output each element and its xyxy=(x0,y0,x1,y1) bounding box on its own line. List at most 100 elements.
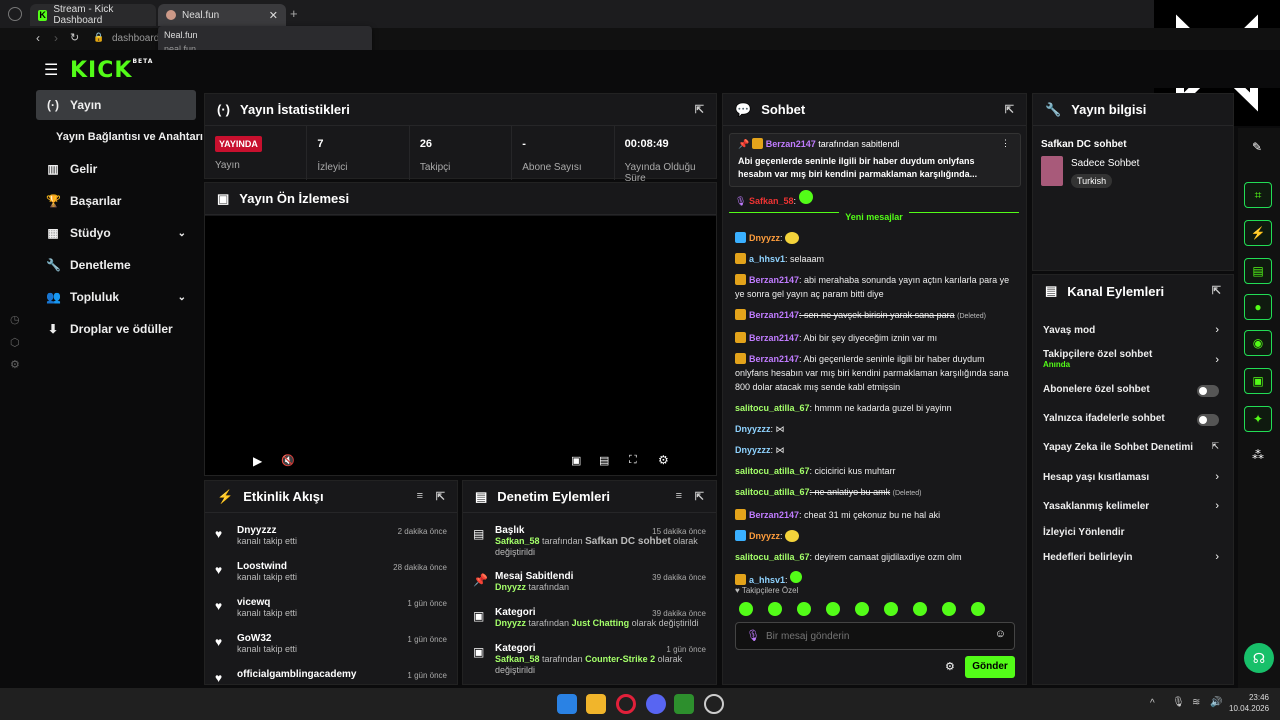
discord-icon[interactable] xyxy=(646,694,666,714)
history-icon[interactable]: ◷ xyxy=(10,313,20,326)
chevron-up-icon[interactable]: ^ xyxy=(1150,698,1155,709)
emote-icon[interactable] xyxy=(884,602,898,616)
action-followers-only[interactable]: Takipçilere özel sohbet Anında xyxy=(1043,349,1233,369)
emote-icon[interactable] xyxy=(739,602,753,616)
action-account-age[interactable]: Hesap yaşı kısıtlaması xyxy=(1043,472,1233,483)
popout-icon[interactable]: ⇱ xyxy=(436,490,445,503)
popout-icon[interactable]: ⇱ xyxy=(695,490,704,503)
url-text[interactable]: dashboard. xyxy=(112,33,162,44)
wrench-icon[interactable]: ✦ xyxy=(1244,406,1272,432)
action-label: İzleyici Yönlendir xyxy=(1043,527,1125,538)
more-icon[interactable]: ⋮ xyxy=(1001,138,1010,149)
chevron-right-icon[interactable]: › xyxy=(1215,324,1219,336)
panel-header: ▤ Kanal Eylemleri ⇱ xyxy=(1033,275,1233,307)
emote-icon[interactable] xyxy=(826,602,840,616)
sidebar-item-topluluk[interactable]: 👥 Topluluk ⌄ xyxy=(36,282,196,312)
sidebar-item-droplar[interactable]: ⬇ Droplar ve ödüller xyxy=(36,314,196,344)
minecraft-icon[interactable] xyxy=(674,694,694,714)
tab-neal-fun[interactable]: Neal.fun ✕ xyxy=(158,4,286,26)
badge-icon xyxy=(735,253,746,264)
broadcast-icon[interactable]: ◉ xyxy=(1244,330,1272,356)
emote-icon[interactable] xyxy=(768,602,782,616)
chat-settings-icon[interactable]: ⚙ xyxy=(945,660,955,673)
volume-icon[interactable]: 🔊 xyxy=(1210,697,1222,708)
feed-action: kanalı takip etti xyxy=(237,536,298,546)
hamburger-menu-icon[interactable]: ☰ xyxy=(44,60,58,80)
emote-icon[interactable] xyxy=(971,602,985,616)
video-player[interactable]: ▶ 🔇 ▣ ▤ ⛶ ⚙ xyxy=(205,216,716,475)
edit-icon[interactable]: ✎ xyxy=(1252,140,1262,154)
chat-message: a_hhsv1: xyxy=(723,571,1023,587)
system-clock[interactable]: 23:46 10.04.2026 xyxy=(1229,693,1269,713)
close-tab-icon[interactable]: ✕ xyxy=(269,9,278,22)
gear-icon[interactable]: ⚙ xyxy=(658,453,669,467)
mod-user: Safkan_58 xyxy=(495,536,540,546)
popout-icon[interactable]: ⇱ xyxy=(1005,103,1014,116)
sidebar-item-studyo[interactable]: ▦ Stüdyo ⌄ xyxy=(36,218,196,248)
list-item: 📌 Mesaj Sabitlendi Dnyyzz tarafından 39 dak… xyxy=(463,565,716,601)
action-goals[interactable]: Hedefleri belirleyin xyxy=(1043,552,1233,563)
more-apps-icon[interactable]: ⁂ xyxy=(1252,448,1264,462)
external-link-icon[interactable]: ⇱ xyxy=(1211,441,1219,452)
chevron-right-icon[interactable]: › xyxy=(1215,500,1219,512)
action-slow-mode[interactable]: Yavaş mod xyxy=(1043,325,1233,336)
filter-icon[interactable]: ≡ xyxy=(417,490,423,502)
sidebar-item-yayin[interactable]: (·) Yayın xyxy=(36,90,196,120)
pinned-message[interactable]: 📌 Berzan2147 tarafından sabitlendi ⋮ Abi … xyxy=(729,133,1021,187)
chat-input[interactable]: 🎙 ☺ xyxy=(735,622,1015,650)
fullscreen-icon[interactable]: ⛶ xyxy=(629,454,637,467)
opera-icon[interactable] xyxy=(616,694,636,714)
mic-icon[interactable]: 🎙 xyxy=(1172,697,1185,708)
obs-icon[interactable] xyxy=(704,694,724,714)
action-banned-words[interactable]: Yasaklanmış kelimeler xyxy=(1043,501,1233,512)
windows-start-icon[interactable] xyxy=(557,694,577,714)
emote-bar[interactable] xyxy=(739,602,1019,618)
kick-logo[interactable]: KICKBETA xyxy=(70,58,153,83)
play-icon[interactable]: ▶ xyxy=(253,454,262,468)
browser-menu-icon[interactable] xyxy=(8,7,22,21)
action-ai-moderation[interactable]: Yapay Zeka ile Sohbet Denetimi xyxy=(1043,442,1233,453)
filter-icon[interactable]: ≡ xyxy=(676,490,682,502)
emote-icon[interactable] xyxy=(855,602,869,616)
forward-icon[interactable]: › xyxy=(54,31,58,45)
emotes-only-toggle[interactable] xyxy=(1197,414,1219,426)
chevron-right-icon[interactable]: › xyxy=(1215,354,1219,366)
panel-title: Yayın İstatistikleri xyxy=(240,102,350,117)
sidebar-item-denetleme[interactable]: 🔧 Denetleme xyxy=(36,250,196,280)
chat-icon[interactable]: ● xyxy=(1244,294,1272,320)
emote-icon[interactable] xyxy=(797,602,811,616)
new-tab-icon[interactable]: + xyxy=(290,6,298,21)
wifi-icon[interactable]: ≋ xyxy=(1192,697,1200,708)
category-icon: ▣ xyxy=(473,609,485,623)
lightning-icon[interactable]: ⚡ xyxy=(1244,220,1272,246)
mic-icon[interactable]: 🎙 xyxy=(746,629,760,642)
reload-icon[interactable]: ↻ xyxy=(70,31,79,44)
emoji-icon[interactable]: ☺ xyxy=(995,628,1006,640)
subs-only-toggle[interactable] xyxy=(1197,385,1219,397)
clip-icon[interactable]: ⌗ xyxy=(1244,182,1272,208)
emote-icon[interactable] xyxy=(913,602,927,616)
chat-input-field[interactable] xyxy=(766,628,986,644)
chat-text: : hmmm ne kadarda guzel bi yayinn xyxy=(809,403,952,413)
back-icon[interactable]: ‹ xyxy=(36,31,40,45)
tab-kick-dashboard[interactable]: K Stream - Kick Dashboard xyxy=(30,4,156,26)
popout-icon[interactable]: ⇱ xyxy=(695,103,704,116)
send-button[interactable]: Gönder xyxy=(965,656,1015,678)
document-icon[interactable]: ▤ xyxy=(1244,258,1272,284)
support-button[interactable]: ☊ xyxy=(1244,643,1274,673)
popout-icon[interactable]: ⇱ xyxy=(1212,284,1221,297)
action-host[interactable]: İzleyici Yönlendir xyxy=(1043,527,1233,538)
emote-icon[interactable] xyxy=(942,602,956,616)
chevron-right-icon[interactable]: › xyxy=(1215,551,1219,563)
mute-icon[interactable]: 🔇 xyxy=(281,454,295,467)
sidebar-item-stream-key[interactable]: Yayın Bağlantısı ve Anahtarı xyxy=(46,122,216,152)
cube-icon[interactable]: ⬡ xyxy=(10,336,20,349)
sidebar-item-basarilar[interactable]: 🏆 Başarılar xyxy=(36,186,196,216)
info-icon[interactable]: ▣ xyxy=(1244,368,1272,394)
settings-icon[interactable]: ⚙ xyxy=(10,358,20,371)
theater-icon[interactable]: ▤ xyxy=(599,454,609,467)
chevron-right-icon[interactable]: › xyxy=(1215,471,1219,483)
sidebar-item-gelir[interactable]: ▥ Gelir xyxy=(36,154,196,184)
pip-icon[interactable]: ▣ xyxy=(571,454,581,467)
file-explorer-icon[interactable] xyxy=(586,694,606,714)
